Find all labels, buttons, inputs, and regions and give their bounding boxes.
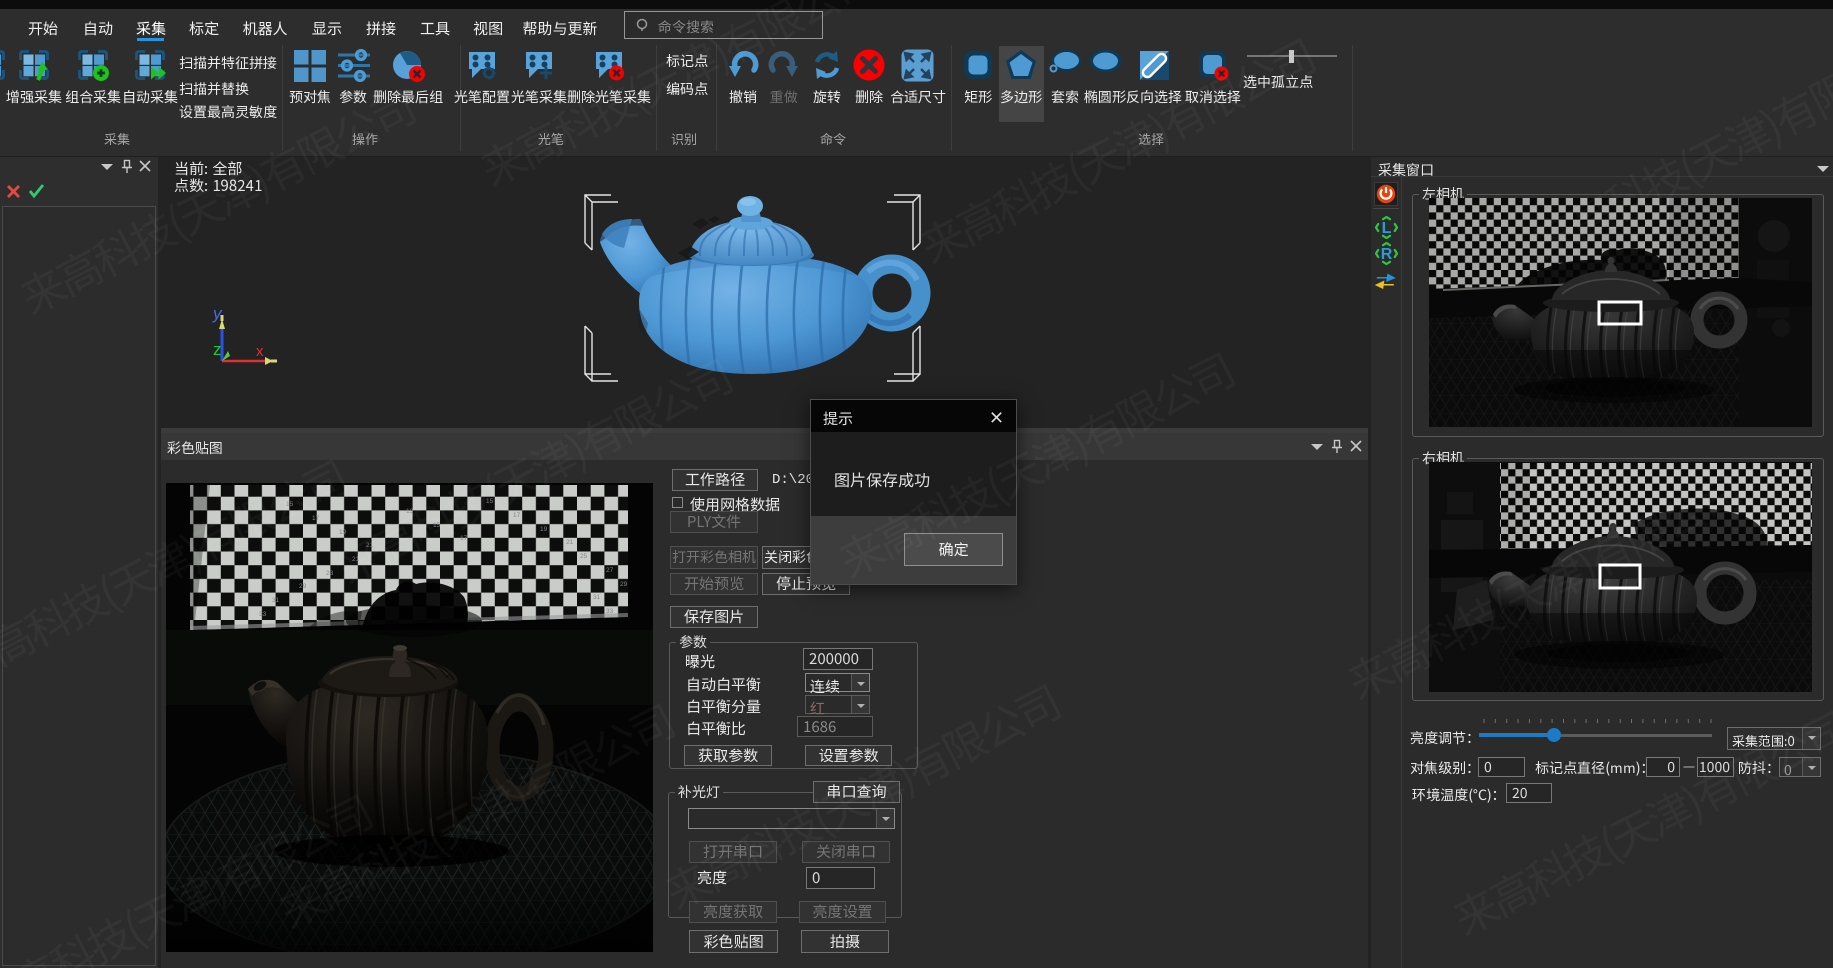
svg-text:17: 17: [513, 512, 521, 519]
svg-text:x: x: [256, 340, 264, 361]
svg-text:L: L: [1382, 220, 1392, 237]
svg-text:R: R: [1381, 246, 1393, 263]
svg-text:31: 31: [272, 597, 280, 604]
svg-text:33: 33: [259, 611, 267, 618]
svg-text:29: 29: [299, 583, 307, 590]
svg-text:15: 15: [286, 501, 294, 508]
svg-text:21: 21: [366, 542, 374, 549]
svg-text:15: 15: [433, 522, 441, 529]
svg-text:y: y: [212, 299, 223, 324]
svg-text:31: 31: [593, 594, 601, 601]
svg-text:29: 29: [620, 581, 628, 588]
svg-text:27: 27: [606, 567, 614, 574]
svg-text:21: 21: [566, 539, 574, 546]
svg-text:17: 17: [460, 535, 468, 542]
svg-text:33: 33: [606, 608, 614, 615]
svg-text:19: 19: [540, 526, 548, 533]
svg-text:13: 13: [406, 508, 414, 515]
svg-text:23: 23: [326, 570, 334, 577]
svg-text:17: 17: [312, 515, 320, 522]
svg-text:z: z: [213, 335, 222, 360]
svg-text:21: 21: [352, 556, 360, 563]
svg-text:15: 15: [486, 498, 494, 505]
svg-text:25: 25: [580, 553, 588, 560]
svg-text:19: 19: [339, 529, 347, 536]
